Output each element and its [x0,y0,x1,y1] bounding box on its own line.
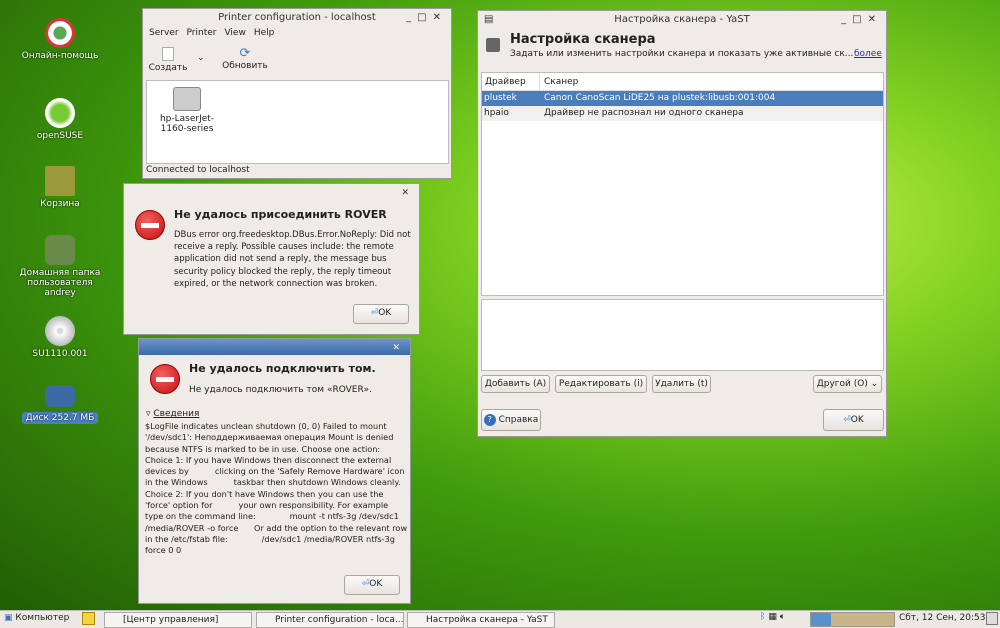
printer-list: hp-LaserJet-1160-series [146,80,449,164]
printer-item[interactable]: hp-LaserJet-1160-series [157,87,217,134]
close-icon[interactable]: ✕ [401,184,415,202]
menu-help[interactable]: Help [254,28,275,38]
close-icon[interactable]: ✕ [392,339,406,357]
page-subtitle: Задать или изменить настройки сканера и … [510,49,854,59]
menu-server[interactable]: Server [149,28,179,38]
dialog-heading: Не удалось присоединить ROVER [174,208,387,221]
desktop-icon-home[interactable]: Домашняя папка пользователя andrey [15,235,105,298]
menu-printer[interactable]: Printer [187,28,217,38]
title-bar[interactable]: ✕ [139,339,410,355]
lifebuoy-icon [45,18,75,48]
trash-icon [45,166,75,196]
opensuse-icon [45,98,75,128]
add-button[interactable]: Добавить (A) [481,375,550,393]
task-printer-config[interactable]: Printer configuration - loca... [256,612,404,628]
desktop-icon-opensuse[interactable]: openSUSE [15,98,105,141]
title-bar[interactable]: Printer configuration - localhost _□✕ [143,9,451,27]
window-controls[interactable]: _□✕ [841,11,882,29]
table-row[interactable]: plustek Canon CanoScan LiDE25 на plustek:… [482,91,883,106]
computer-menu-button[interactable]: ▣ Компьютер [4,613,69,623]
scanner-icon: ▤ [484,14,494,25]
notes-icon[interactable] [82,612,95,625]
folder-icon [45,235,75,265]
ok-button[interactable]: ⏎OK [344,575,400,595]
dialog-subtext: Не удалось подключить том «ROVER». [189,385,372,395]
details-text: $LogFile indicates unclean shutdown (0, … [145,421,410,556]
create-dropdown-chevron-icon[interactable]: ⌄ [197,53,205,63]
details-expander[interactable]: ▿ Сведения [146,409,199,419]
dialog-heading: Не удалось подключить том. [189,362,376,375]
ok-button[interactable]: ⏎OK [353,304,409,324]
ok-icon: ⏎ [843,415,851,425]
scanner-header-icon [486,38,500,52]
help-icon: ? [483,414,496,426]
delete-button[interactable]: Удалить (t) [652,375,711,393]
dialog-message: DBus error org.freedesktop.DBus.Error.No… [174,230,411,289]
printer-icon [173,87,201,111]
details-pane [481,299,884,371]
disk-icon [45,385,75,407]
table-header: Драйвер Сканер [482,73,883,91]
desktop-icon-trash[interactable]: Корзина [15,166,105,209]
error-icon [150,364,180,394]
volume-icon[interactable]: 🔈︎ [780,612,785,622]
task-yast-scanner[interactable]: Настройка сканера - YaST [407,612,555,628]
more-link[interactable]: более [854,49,882,59]
volume-mount-dialog: ✕ Не удалось подключить том. Не удалось … [138,338,411,604]
error-icon [135,210,165,240]
show-desktop-icon[interactable] [986,612,998,625]
refresh-button[interactable]: ⟳ Обновить [221,46,269,72]
task-control-center[interactable]: [Центр управления] [104,612,252,628]
desktop-icon-help[interactable]: Онлайн-помощь [15,18,105,61]
status-bar: Connected to localhost [146,165,250,175]
mount-error-dialog: ✕ Не удалось присоединить ROVER DBus err… [123,183,420,335]
chevron-down-icon: ⌄ [870,379,879,389]
system-tray: ᛒ ▦ 🔈︎ [760,612,785,622]
column-scanner[interactable]: Сканер [540,73,578,90]
yast-scanner-window: ▤ Настройка сканера - YaST _□✕ Настройка с… [477,10,887,437]
other-dropdown[interactable]: Другой (O) ⌄ [813,375,882,393]
page-title: Настройка сканера [510,32,656,47]
ok-button[interactable]: ⏎OK [823,409,884,431]
menu-view[interactable]: View [224,28,245,38]
computer-icon: ▣ [4,613,13,623]
scanner-table: Драйвер Сканер plustek Canon CanoScan LiDE… [481,72,884,296]
printer-config-window: Printer configuration - localhost _□✕ Ser… [142,8,452,179]
column-driver[interactable]: Драйвер [482,73,540,90]
desktop-icon-disk[interactable]: Диск 252.7 МБ [15,385,105,424]
window-controls[interactable]: _□✕ [406,9,447,27]
edit-button[interactable]: Редактировать (i) [555,375,647,393]
new-icon [162,47,174,61]
title-bar[interactable]: ▤ Настройка сканера - YaST _□✕ [478,11,886,29]
refresh-icon: ⟳ [239,46,251,61]
cd-icon [45,316,75,346]
table-row[interactable]: hpaio Драйвер не распознал ни одного скан… [482,106,883,121]
help-button[interactable]: ? Справка [481,409,541,431]
menu-bar: Server Printer View Help [149,28,274,38]
workspace-switcher[interactable] [810,612,895,627]
desktop-icon-cdrom[interactable]: SU1110.001 [15,316,105,359]
bluetooth-icon[interactable]: ᛒ [760,612,765,622]
clock[interactable]: Сбт, 12 Сен, 20:53 [899,613,985,623]
title-bar[interactable]: ✕ [124,184,419,200]
network-icon[interactable]: ▦ [768,612,777,622]
create-button[interactable]: Создать [148,47,188,73]
